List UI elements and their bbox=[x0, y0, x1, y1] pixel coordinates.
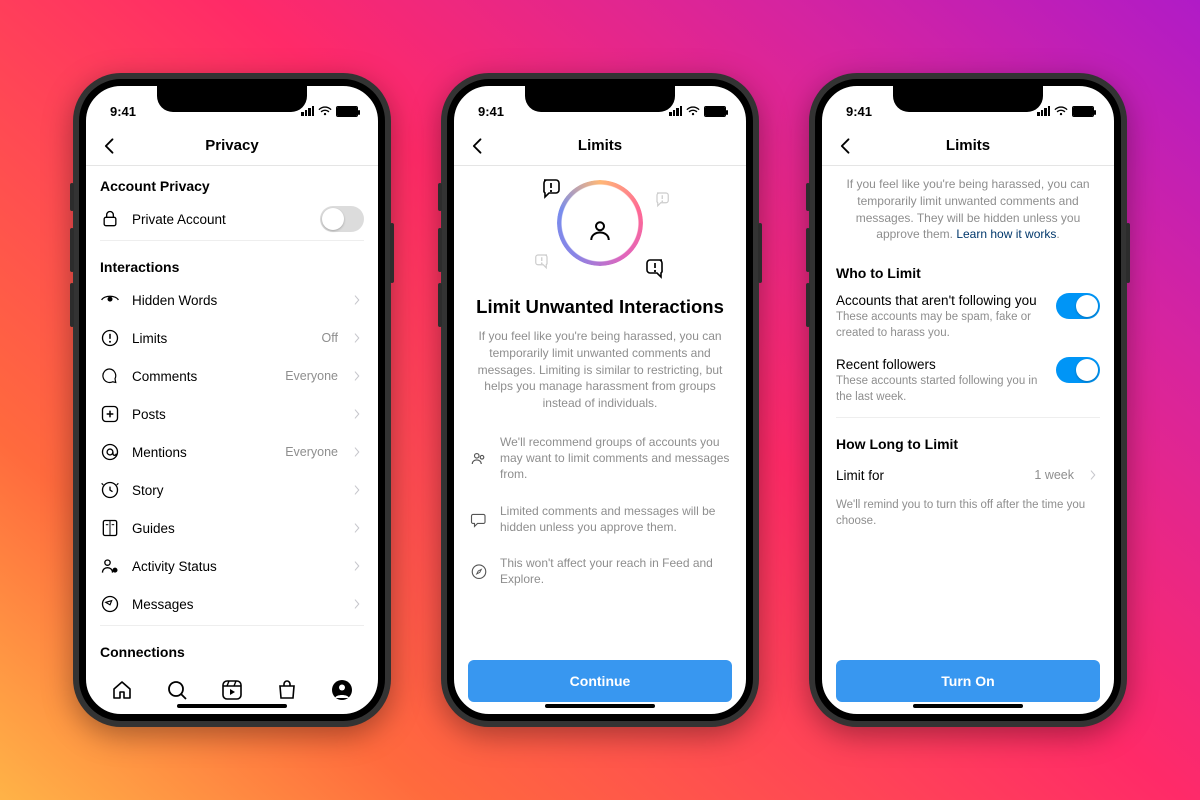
toggle-not-following[interactable] bbox=[1056, 293, 1100, 319]
section-connections: Connections bbox=[100, 632, 364, 666]
wifi-icon bbox=[1054, 106, 1068, 116]
signal-icon bbox=[1037, 106, 1050, 116]
alert-bubble-faded-icon bbox=[532, 252, 550, 270]
guides-icon bbox=[100, 518, 120, 538]
learn-link[interactable]: Learn how it works bbox=[956, 227, 1056, 241]
section-account-privacy: Account Privacy bbox=[100, 166, 364, 200]
plus-icon bbox=[100, 404, 120, 424]
hero-description: If you feel like you're being harassed, … bbox=[468, 318, 732, 412]
row-limit-for[interactable]: Limit for 1 week bbox=[836, 458, 1100, 492]
status-time: 9:41 bbox=[478, 104, 504, 119]
home-indicator[interactable] bbox=[913, 704, 1023, 708]
alert-bubble-icon bbox=[642, 256, 666, 280]
story-icon bbox=[100, 480, 120, 500]
comment-icon bbox=[100, 366, 120, 386]
home-indicator[interactable] bbox=[545, 704, 655, 708]
alert-bubble-faded-icon bbox=[654, 190, 672, 208]
back-button[interactable] bbox=[832, 132, 860, 160]
private-account-label: Private Account bbox=[132, 212, 308, 227]
phone-privacy: 9:41 Privacy Account Privacy Private Acc… bbox=[73, 73, 391, 727]
bullet-accounts: We'll recommend groups of accounts you m… bbox=[468, 424, 732, 493]
compass-icon bbox=[470, 556, 488, 587]
chevron-right-icon bbox=[350, 407, 364, 421]
status-time: 9:41 bbox=[110, 104, 136, 119]
row-messages[interactable]: Messages bbox=[100, 585, 364, 623]
wifi-icon bbox=[318, 106, 332, 116]
reminder-text: We'll remind you to turn this off after … bbox=[836, 494, 1100, 533]
continue-button[interactable]: Continue bbox=[468, 660, 732, 702]
notch bbox=[893, 86, 1043, 112]
section-who-to-limit: Who to Limit bbox=[836, 253, 1100, 287]
nav-bar: Limits bbox=[454, 126, 746, 166]
hero: Limit Unwanted Interactions If you feel … bbox=[468, 166, 732, 416]
page-title: Limits bbox=[578, 137, 622, 154]
wifi-icon bbox=[686, 106, 700, 116]
chevron-right-icon bbox=[350, 521, 364, 535]
option-recent-followers: Recent followers These accounts started … bbox=[836, 351, 1100, 415]
row-guides[interactable]: Guides bbox=[100, 509, 364, 547]
section-interactions: Interactions bbox=[100, 247, 364, 281]
back-button[interactable] bbox=[96, 132, 124, 160]
bubble-icon bbox=[470, 504, 488, 535]
nav-bar: Privacy bbox=[86, 126, 378, 166]
people-icon bbox=[470, 435, 488, 483]
alert-icon bbox=[100, 328, 120, 348]
chevron-right-icon bbox=[350, 331, 364, 345]
messages-icon bbox=[100, 594, 120, 614]
phone-limits-config: 9:41 Limits If you feel like you're bein… bbox=[809, 73, 1127, 727]
chevron-right-icon bbox=[350, 369, 364, 383]
tab-reels-icon[interactable] bbox=[220, 678, 244, 702]
section-how-long: How Long to Limit bbox=[836, 424, 1100, 458]
tab-shop-icon[interactable] bbox=[275, 678, 299, 702]
info-text: If you feel like you're being harassed, … bbox=[836, 166, 1100, 253]
battery-icon bbox=[1072, 106, 1094, 117]
toggle-recent-followers[interactable] bbox=[1056, 357, 1100, 383]
signal-icon bbox=[301, 106, 314, 116]
battery-icon bbox=[704, 106, 726, 117]
row-comments[interactable]: Comments Everyone bbox=[100, 357, 364, 395]
eye-icon bbox=[100, 290, 120, 310]
status-time: 9:41 bbox=[846, 104, 872, 119]
page-title: Limits bbox=[946, 137, 990, 154]
bullet-reach: This won't affect your reach in Feed and… bbox=[468, 545, 732, 597]
row-story[interactable]: Story bbox=[100, 471, 364, 509]
chevron-right-icon bbox=[350, 445, 364, 459]
at-icon bbox=[100, 442, 120, 462]
user-icon bbox=[585, 215, 615, 245]
tab-profile-icon[interactable] bbox=[330, 678, 354, 702]
row-private-account[interactable]: Private Account bbox=[100, 200, 364, 238]
notch bbox=[157, 86, 307, 112]
chevron-right-icon bbox=[350, 597, 364, 611]
row-limits[interactable]: Limits Off bbox=[100, 319, 364, 357]
hero-title: Limit Unwanted Interactions bbox=[468, 296, 732, 318]
alert-bubble-icon bbox=[540, 176, 564, 200]
nav-bar: Limits bbox=[822, 126, 1114, 166]
back-button[interactable] bbox=[464, 132, 492, 160]
row-activity-status[interactable]: Activity Status bbox=[100, 547, 364, 585]
row-posts[interactable]: Posts bbox=[100, 395, 364, 433]
chevron-right-icon bbox=[350, 483, 364, 497]
lock-icon bbox=[100, 209, 120, 229]
phone-limits-intro: 9:41 Limits Limit Unwanted Interactions … bbox=[441, 73, 759, 727]
chevron-right-icon bbox=[1086, 468, 1100, 482]
battery-icon bbox=[336, 106, 358, 117]
option-not-following: Accounts that aren't following you These… bbox=[836, 287, 1100, 351]
notch bbox=[525, 86, 675, 112]
signal-icon bbox=[669, 106, 682, 116]
private-account-toggle[interactable] bbox=[320, 206, 364, 232]
page-title: Privacy bbox=[205, 137, 258, 154]
turn-on-button[interactable]: Turn On bbox=[836, 660, 1100, 702]
tab-search-icon[interactable] bbox=[165, 678, 189, 702]
chevron-right-icon bbox=[350, 293, 364, 307]
activity-icon bbox=[100, 556, 120, 576]
home-indicator[interactable] bbox=[177, 704, 287, 708]
bullet-hidden: Limited comments and messages will be hi… bbox=[468, 493, 732, 545]
row-hidden-words[interactable]: Hidden Words bbox=[100, 281, 364, 319]
row-mentions[interactable]: Mentions Everyone bbox=[100, 433, 364, 471]
tab-home-icon[interactable] bbox=[110, 678, 134, 702]
chevron-right-icon bbox=[350, 559, 364, 573]
